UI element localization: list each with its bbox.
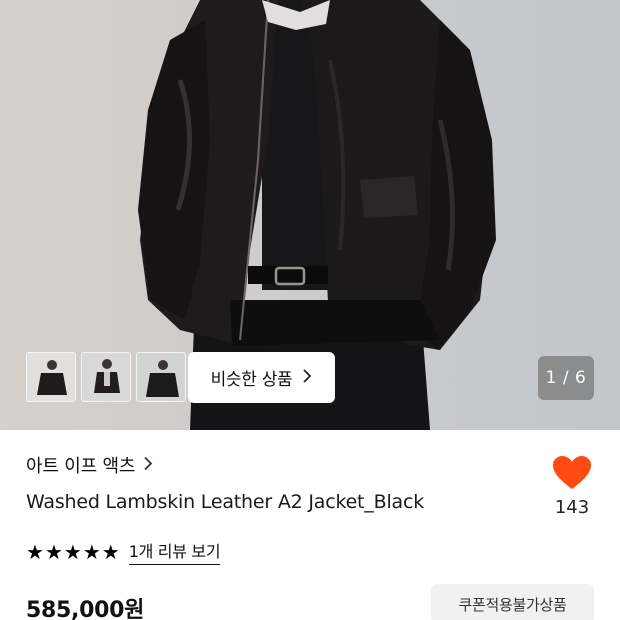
thumbnail-image: [27, 353, 75, 401]
thumbnail-3[interactable]: [136, 352, 186, 402]
product-image-gallery[interactable]: 비슷한 상품 1 / 6: [0, 0, 620, 430]
product-title: Washed Lambskin Leather A2 Jacket_Black: [26, 491, 425, 513]
chevron-right-icon: [302, 368, 312, 388]
star-icon: ★: [26, 539, 44, 564]
similar-products-button[interactable]: 비슷한 상품: [188, 352, 335, 403]
thumbnail-image: [82, 353, 130, 401]
star-icon: ★: [101, 539, 120, 564]
star-icon: ★: [82, 539, 101, 564]
product-price: 585,000원: [26, 598, 145, 620]
view-reviews-link[interactable]: 1개 리뷰 보기: [128, 538, 221, 565]
chevron-right-icon: [143, 455, 153, 476]
brand-link[interactable]: 아트 이프 액츠: [26, 452, 153, 478]
star-icon: ★: [44, 539, 63, 564]
star-icon: ★: [63, 539, 82, 564]
thumbnail-2[interactable]: [81, 352, 131, 402]
coupon-unavailable-badge: 쿠폰적용불가상품: [431, 584, 594, 620]
image-pager: 1 / 6: [538, 356, 594, 400]
similar-products-label: 비슷한 상품: [210, 370, 293, 390]
star-rating: ★ ★ ★ ★ ★: [26, 542, 120, 562]
like-count: 143: [554, 497, 590, 518]
brand-name: 아트 이프 액츠: [26, 456, 136, 477]
thumbnail-1[interactable]: [26, 352, 76, 402]
like-button[interactable]: 143: [548, 455, 596, 531]
thumbnail-strip: [26, 352, 186, 402]
heart-icon: [553, 456, 591, 489]
thumbnail-image: [137, 353, 185, 401]
rating-row: ★ ★ ★ ★ ★ 1개 리뷰 보기: [26, 538, 221, 565]
